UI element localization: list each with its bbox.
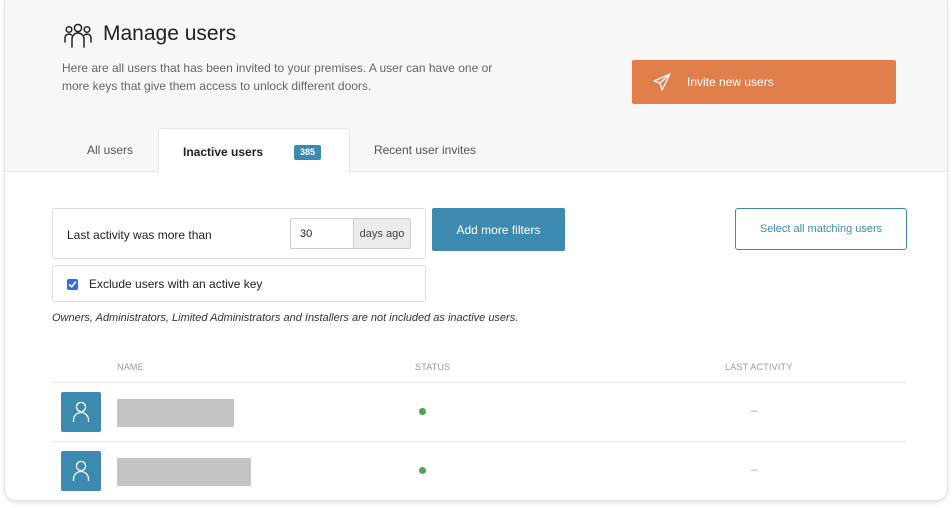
last-activity-label: Last activity was more than xyxy=(67,228,212,242)
exclude-active-key-label: Exclude users with an active key xyxy=(89,277,263,291)
page-title: Manage users xyxy=(103,22,237,45)
column-header-status[interactable]: STATUS xyxy=(415,362,450,372)
invite-button-label: Invite new users xyxy=(687,75,774,89)
tab-all-users-label: All users xyxy=(86,143,133,157)
last-activity-value: – xyxy=(751,405,758,417)
tab-inactive-users-label: Inactive users xyxy=(183,145,264,159)
column-header-name[interactable]: NAME xyxy=(117,362,144,372)
tab-inactive-users[interactable]: Inactive users 385 xyxy=(158,128,350,173)
column-header-last-activity[interactable]: LAST ACTIVITY xyxy=(725,362,792,372)
exclude-active-key-checkbox[interactable] xyxy=(67,279,78,290)
header-area: Manage users Here are all users that has… xyxy=(5,0,947,173)
tab-all-users[interactable]: All users xyxy=(65,128,155,172)
table-divider xyxy=(52,382,907,383)
tab-recent-user-invites[interactable]: Recent user invites xyxy=(355,128,495,172)
users-group-icon xyxy=(63,22,93,48)
exclude-active-key-filter: Exclude users with an active key xyxy=(52,265,426,302)
inactive-users-note: Owners, Administrators, Limited Administ… xyxy=(52,312,519,324)
manage-users-panel: Manage users Here are all users that has… xyxy=(4,0,948,501)
status-indicator xyxy=(419,467,426,474)
add-more-filters-button[interactable]: Add more filters xyxy=(432,208,565,251)
add-filters-label: Add more filters xyxy=(456,222,541,237)
last-activity-value: – xyxy=(751,464,758,476)
user-name-redacted xyxy=(117,458,251,486)
paper-plane-icon xyxy=(652,72,672,92)
page-description: Here are all users that has been invited… xyxy=(62,61,493,93)
status-indicator xyxy=(419,408,426,415)
select-all-matching-users-button[interactable]: Select all matching users xyxy=(735,208,907,250)
avatar xyxy=(61,392,101,432)
select-all-label: Select all matching users xyxy=(759,223,883,235)
avatar xyxy=(61,451,101,491)
row-divider xyxy=(52,441,907,442)
last-activity-filter: Last activity was more than days ago xyxy=(52,208,426,259)
invite-new-users-button[interactable]: Invite new users xyxy=(632,60,896,104)
inactive-count-badge: 385 xyxy=(294,145,322,160)
tab-recent-invites-label: Recent user invites xyxy=(373,143,477,157)
days-ago-suffix: days ago xyxy=(353,218,411,249)
user-name-redacted xyxy=(117,399,234,427)
days-input[interactable] xyxy=(290,218,354,249)
